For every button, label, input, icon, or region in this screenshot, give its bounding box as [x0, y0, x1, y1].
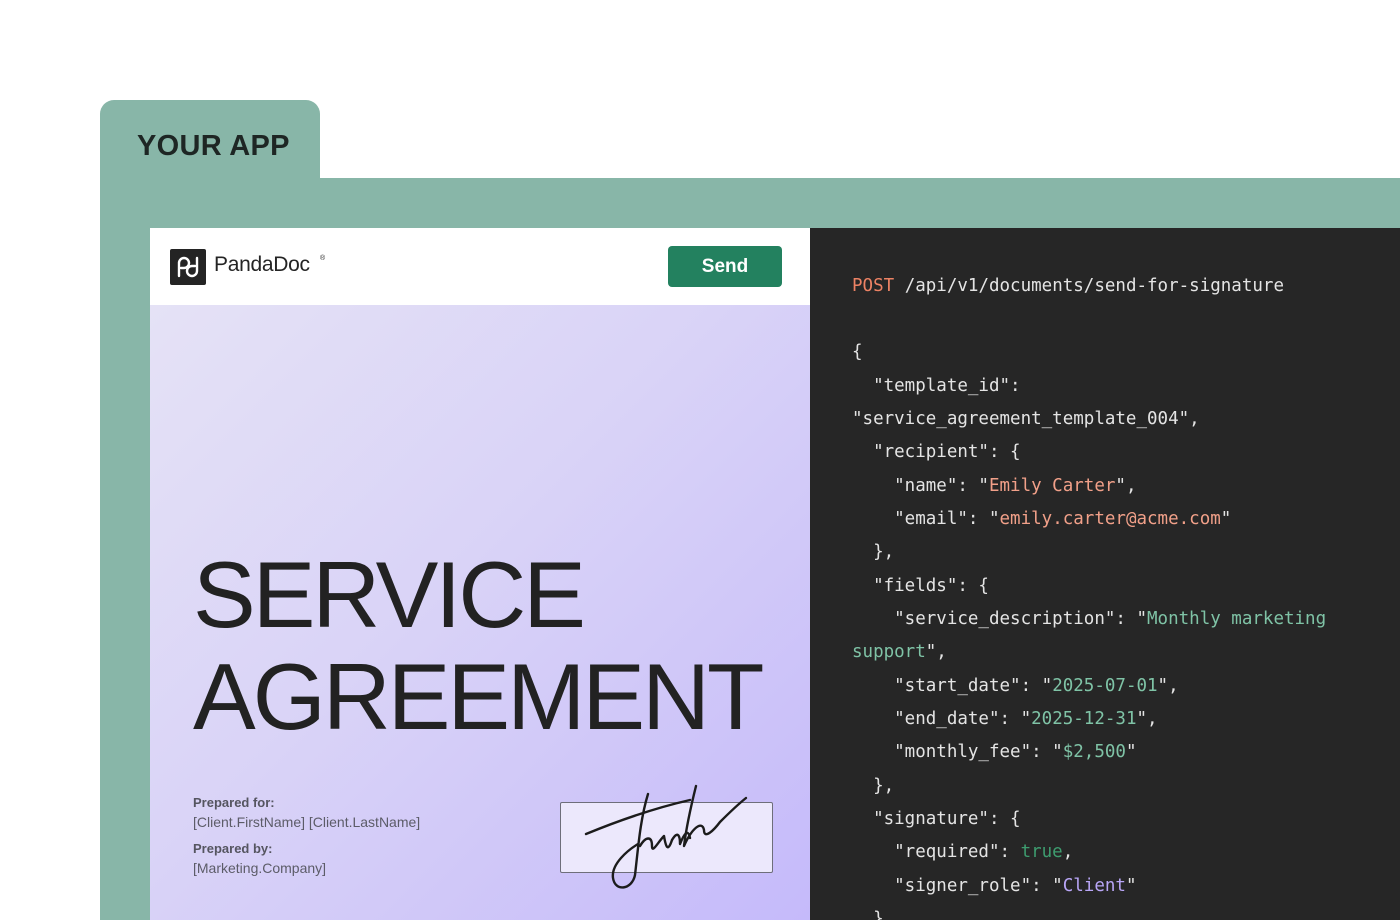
- endpoint-path: /api/v1/documents/send-for-signature: [894, 276, 1284, 296]
- app-tab-label: YOUR APP: [137, 130, 290, 162]
- code-string-value: 2025-07-01: [1052, 676, 1158, 696]
- code-line: {: [852, 342, 863, 362]
- document-title-line-1: SERVICE: [193, 542, 586, 647]
- code-key: "signer_role": ": [852, 876, 1063, 896]
- code-punct: ": [1125, 742, 1137, 762]
- code-line: },: [852, 776, 895, 796]
- code-key: "start_date": ": [852, 676, 1053, 696]
- code-line: support",: [852, 641, 947, 663]
- code-line: },: [852, 542, 895, 562]
- code-line: "template_id":: [852, 376, 1021, 396]
- code-line: "recipient": {: [852, 442, 1021, 462]
- code-line: "service_description": "Monthly marketin…: [852, 608, 1326, 630]
- code-line: "end_date": "2025-12-31",: [852, 708, 1158, 730]
- code-line: "signer_role": "Client": [852, 875, 1136, 897]
- code-line: "start_date": "2025-07-01",: [852, 675, 1179, 697]
- code-line: "service_agreement_template_004",: [852, 409, 1200, 429]
- code-key: "required":: [852, 842, 1021, 862]
- prepared-by-value: [Marketing.Company]: [193, 860, 327, 876]
- code-string-value: emily.carter@acme.com: [999, 509, 1221, 529]
- code-punct: ": [1125, 876, 1137, 896]
- code-string-value: Emily Carter: [988, 476, 1116, 496]
- code-key: "monthly_fee": ": [852, 742, 1063, 762]
- code-punct: ": [1220, 509, 1232, 529]
- code-string-value: Client: [1062, 876, 1126, 896]
- brand-name: PandaDoc: [214, 253, 310, 276]
- code-punct: ",: [1115, 476, 1137, 496]
- prepared-for-label: Prepared for:: [193, 795, 275, 810]
- code-line: "monthly_fee": "$2,500": [852, 741, 1136, 763]
- pandadoc-logo-icon: [170, 249, 206, 285]
- code-key: "end_date": ": [852, 709, 1032, 729]
- code-line: "email": "emily.carter@acme.com": [852, 508, 1231, 530]
- prepared-for-value: [Client.FirstName] [Client.LastName]: [193, 814, 421, 830]
- code-string-value: Monthly marketing: [1147, 609, 1327, 629]
- code-punct: ",: [1157, 676, 1179, 696]
- code-request-line: POST /api/v1/documents/send-for-signatur…: [852, 275, 1284, 297]
- document-header: PandaDoc ® Send: [150, 228, 810, 305]
- code-line: }: [852, 909, 884, 920]
- code-string-value: 2025-12-31: [1031, 709, 1137, 729]
- code-string-value: $2,500: [1062, 742, 1126, 762]
- prepared-by-label: Prepared by:: [193, 841, 273, 856]
- brand-registered-mark: ®: [320, 255, 326, 262]
- code-line: "signature": {: [852, 809, 1021, 829]
- api-code-panel: POST /api/v1/documents/send-for-signatur…: [810, 228, 1400, 920]
- code-line: "name": "Emily Carter",: [852, 475, 1136, 497]
- code-key: "service_description": ": [852, 609, 1148, 629]
- code-punct: ,: [1062, 842, 1074, 862]
- code-key: "email": ": [852, 509, 1000, 529]
- code-boolean-value: true: [1020, 842, 1063, 862]
- code-line: "fields": {: [852, 576, 989, 596]
- document-title-line-2: AGREEMENT: [193, 644, 764, 749]
- code-key: "name": ": [852, 476, 989, 496]
- send-button[interactable]: Send: [668, 246, 782, 287]
- code-string-value: support: [852, 642, 926, 662]
- handwritten-signature-icon: [584, 784, 748, 889]
- http-method: POST: [852, 276, 895, 296]
- code-punct: ",: [925, 642, 947, 662]
- code-punct: ",: [1136, 709, 1158, 729]
- code-line: "required": true,: [852, 841, 1073, 863]
